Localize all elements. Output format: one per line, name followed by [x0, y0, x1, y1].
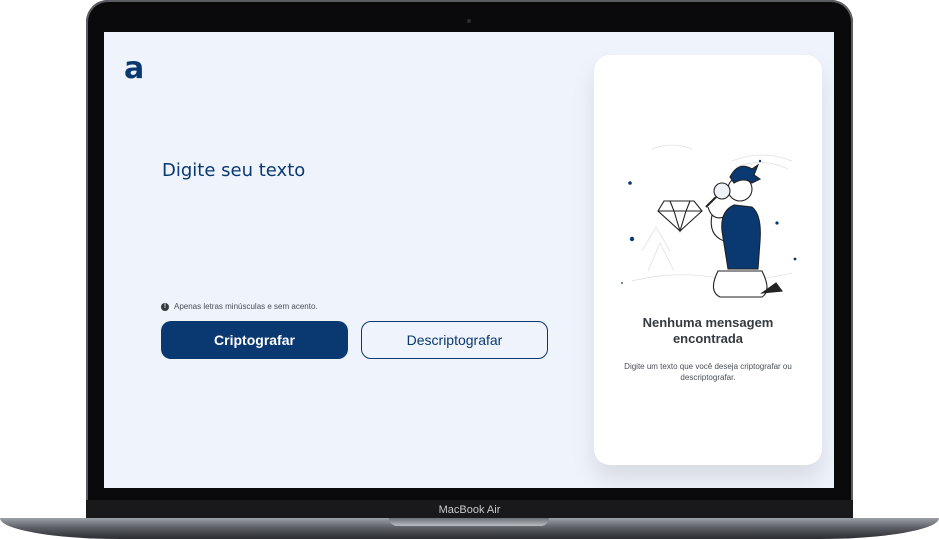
- input-hint: ! Apenas letras minúsculas e sem acento.: [161, 302, 318, 311]
- info-icon: !: [161, 302, 169, 311]
- app-logo[interactable]: a: [124, 54, 144, 84]
- empty-state-title: Nenhuma mensagem encontrada: [642, 315, 774, 346]
- encrypt-button[interactable]: Criptografar: [161, 321, 348, 359]
- message-input[interactable]: [160, 156, 544, 284]
- empty-state-description: Digite um texto que você deseja criptogr…: [624, 362, 792, 382]
- app-screen: a ! Apenas letras minúsculas e sem acent…: [104, 32, 834, 488]
- result-panel: Nenhuma mensagem encontrada Digite um te…: [594, 55, 822, 465]
- hint-text: Apenas letras minúsculas e sem acento.: [174, 302, 318, 311]
- decrypt-button[interactable]: Descriptografar: [361, 321, 548, 359]
- webcam-icon: [467, 19, 471, 23]
- person-magnifying-diamond-illustration: [621, 144, 797, 298]
- laptop-mockup: a ! Apenas letras minúsculas e sem acent…: [0, 0, 939, 539]
- laptop-notch: [389, 518, 549, 526]
- device-label: MacBook Air: [438, 504, 501, 516]
